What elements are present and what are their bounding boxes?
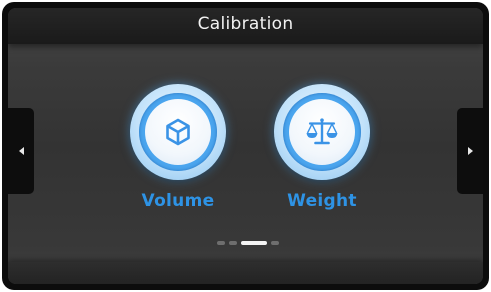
volume-calibration-button[interactable]: Volume xyxy=(117,84,237,216)
device-frame: Calibration Volume Weight xyxy=(2,2,489,290)
page-dot xyxy=(229,241,237,245)
weight-label: Weight xyxy=(287,191,357,211)
triangle-left-icon xyxy=(18,147,24,155)
page-dot xyxy=(217,241,225,245)
balance-scale-icon xyxy=(306,118,338,145)
calibration-screen: Calibration Volume Weight xyxy=(8,8,483,284)
previous-page-button[interactable] xyxy=(8,108,34,194)
title-bar: Calibration xyxy=(8,8,483,44)
weight-icon-face xyxy=(289,99,355,165)
next-page-button[interactable] xyxy=(457,108,483,194)
bottom-bar xyxy=(8,262,483,284)
volume-icon-ring-inner xyxy=(139,93,217,171)
page-dot xyxy=(241,241,267,245)
volume-icon-ring xyxy=(130,84,226,180)
triangle-right-icon xyxy=(467,147,473,155)
weight-icon-ring-inner xyxy=(283,93,361,171)
page-title: Calibration xyxy=(197,14,294,34)
weight-calibration-button[interactable]: Weight xyxy=(261,84,381,216)
volume-label: Volume xyxy=(141,191,215,211)
page-dot xyxy=(271,241,279,245)
cube-icon xyxy=(166,118,190,146)
volume-icon-face xyxy=(145,99,211,165)
weight-icon-ring xyxy=(274,84,370,180)
